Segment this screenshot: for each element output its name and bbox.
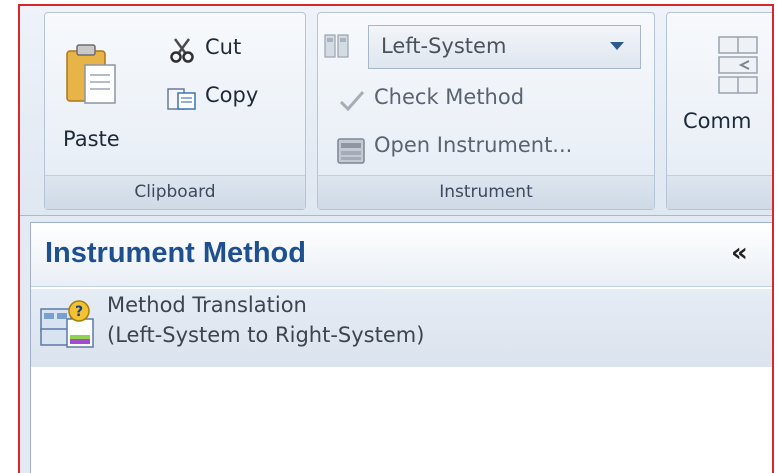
list-item-method-translation[interactable]: ? Method Translation (Left-System to Rig… xyxy=(31,289,772,367)
instrument-panel-icon xyxy=(337,138,365,164)
instrument-method-pane: Instrument Method « ? Method Translation… xyxy=(30,222,772,473)
commands-button[interactable]: Comm xyxy=(675,33,772,163)
open-instrument-button[interactable]: Open Instrument... xyxy=(324,131,644,167)
method-item-subtitle: (Left-System to Right-System) xyxy=(107,323,425,347)
system-select-value: Left-System xyxy=(381,34,507,58)
cut-button[interactable]: Cut xyxy=(161,35,271,65)
clipboard-icon xyxy=(66,44,116,104)
commands-label: Comm xyxy=(683,109,752,133)
copy-label: Copy xyxy=(205,83,259,107)
instrument-system-icon xyxy=(324,34,349,58)
ribbon: Paste Cut Copy Clipboard Left-System Che… xyxy=(20,6,772,216)
commands-group: Comm xyxy=(666,12,772,210)
paste-button[interactable]: Paste xyxy=(51,33,133,158)
collapse-pane-icon[interactable]: « xyxy=(731,239,761,269)
instrument-group-label: Instrument xyxy=(318,175,654,209)
commands-group-label xyxy=(667,175,772,209)
clipboard-group-label: Clipboard xyxy=(45,175,305,209)
method-translation-icon: ? xyxy=(40,300,94,348)
scissors-icon xyxy=(170,38,194,63)
svg-text:?: ? xyxy=(75,304,83,320)
method-item-title: Method Translation xyxy=(107,293,307,317)
check-method-label: Check Method xyxy=(374,85,525,109)
clipboard-group: Paste Cut Copy Clipboard xyxy=(44,12,306,210)
paste-label: Paste xyxy=(63,127,120,151)
cut-label: Cut xyxy=(205,35,242,59)
copy-icon xyxy=(167,88,196,110)
commands-icon xyxy=(718,36,758,94)
instrument-group: Left-System Check Method Open Instrument… xyxy=(317,12,655,210)
checkmark-icon xyxy=(339,91,365,112)
chevron-down-icon[interactable] xyxy=(610,42,624,50)
copy-button[interactable]: Copy xyxy=(161,83,291,113)
check-method-button[interactable]: Check Method xyxy=(324,83,644,119)
system-select[interactable]: Left-System xyxy=(368,25,641,69)
open-instrument-label: Open Instrument... xyxy=(374,133,573,157)
pane-title: Instrument Method xyxy=(45,237,306,269)
pane-header: Instrument Method « xyxy=(31,223,772,287)
app-window: Paste Cut Copy Clipboard Left-System Che… xyxy=(18,4,774,473)
